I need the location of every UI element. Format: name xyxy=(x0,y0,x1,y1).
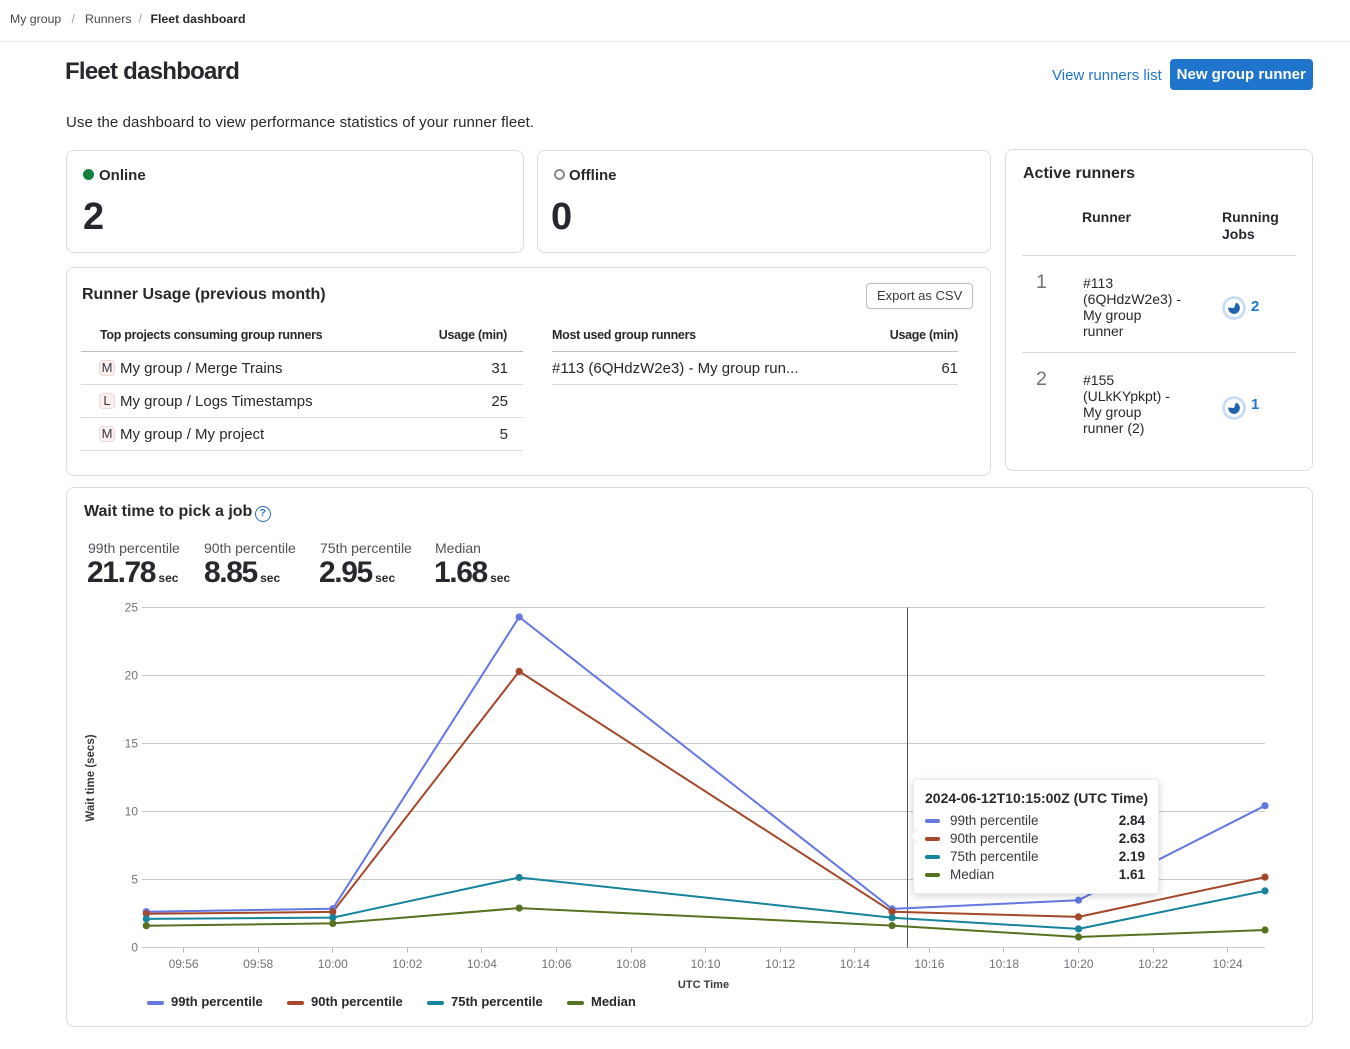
svg-text:10:12: 10:12 xyxy=(765,957,795,971)
svg-text:25: 25 xyxy=(125,601,139,615)
svg-text:10:14: 10:14 xyxy=(840,957,870,971)
svg-text:10:10: 10:10 xyxy=(691,957,721,971)
svg-text:0: 0 xyxy=(131,941,138,955)
svg-text:20: 20 xyxy=(125,669,139,683)
svg-text:09:56: 09:56 xyxy=(169,957,199,971)
svg-text:5: 5 xyxy=(131,873,138,887)
svg-text:10:20: 10:20 xyxy=(1063,957,1093,971)
svg-text:10:22: 10:22 xyxy=(1138,957,1168,971)
svg-text:UTC Time: UTC Time xyxy=(678,979,729,990)
svg-text:10:02: 10:02 xyxy=(392,957,422,971)
svg-text:10:00: 10:00 xyxy=(318,957,348,971)
svg-text:10:08: 10:08 xyxy=(616,957,646,971)
svg-text:10:06: 10:06 xyxy=(541,957,571,971)
svg-text:10:16: 10:16 xyxy=(914,957,944,971)
svg-text:15: 15 xyxy=(125,737,139,751)
svg-text:09:58: 09:58 xyxy=(243,957,273,971)
svg-text:10:24: 10:24 xyxy=(1213,957,1243,971)
svg-text:10:18: 10:18 xyxy=(989,957,1019,971)
svg-text:10: 10 xyxy=(125,805,139,819)
svg-text:10:04: 10:04 xyxy=(467,957,497,971)
